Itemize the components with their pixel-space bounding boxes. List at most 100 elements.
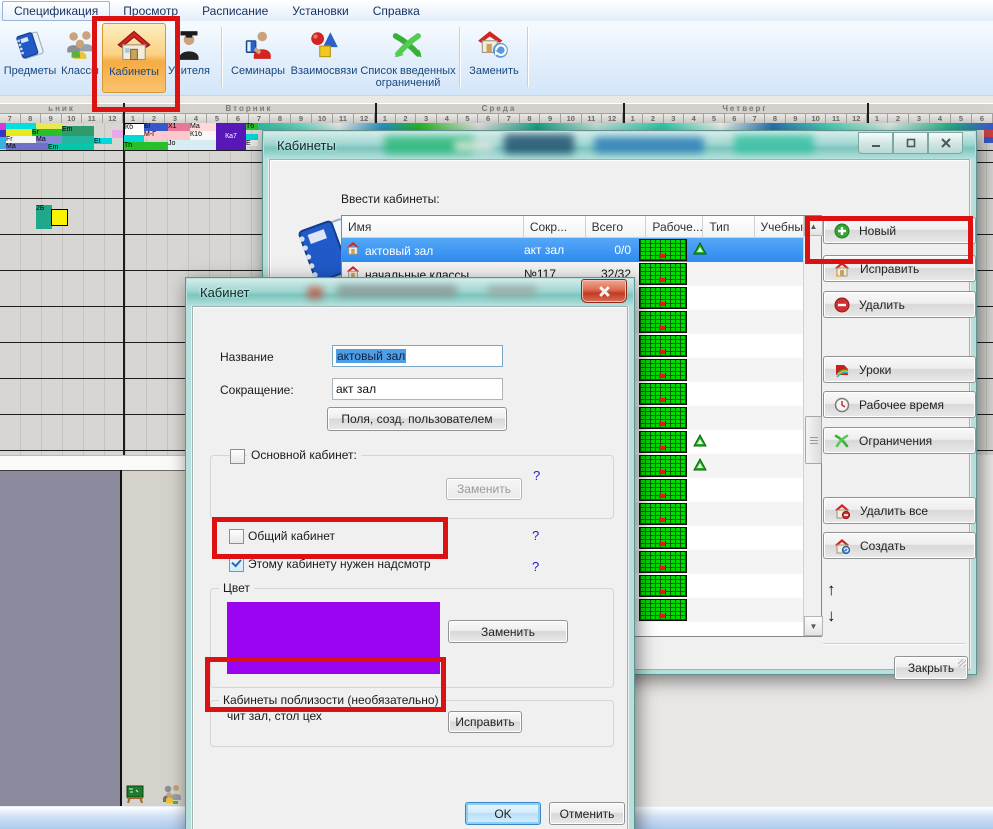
toolbar-button-label: Список введенных ограничений (358, 65, 458, 89)
custom-fields-button[interactable]: Поля, созд. пользователем (327, 407, 507, 431)
supervision-label: Этому кабинету нужен надсмотр (248, 557, 431, 571)
color-label: Цвет (219, 581, 254, 595)
toolbar-button-classes[interactable]: Классы (58, 23, 102, 91)
edit-button[interactable]: Исправить (823, 255, 976, 282)
help-link[interactable]: ? (532, 559, 539, 574)
close-button[interactable] (928, 132, 963, 154)
day-name: Четверг (623, 104, 867, 114)
lessons-button[interactable]: Уроки (823, 356, 976, 383)
table-row[interactable]: актовый залакт зал0/0 (342, 238, 821, 262)
abbr-label: Сокращение: (220, 383, 294, 397)
maximize-button[interactable] (893, 132, 928, 154)
worktime-grid (639, 311, 687, 333)
lesson-cell: Тб (246, 123, 258, 130)
worktime-grid (639, 527, 687, 549)
toolbar-separator (221, 27, 222, 87)
house-minus-icon (834, 503, 851, 519)
left-gray-panel (0, 470, 120, 809)
menu-item-settings[interactable]: Установки (281, 2, 359, 20)
toolbar-button-relations[interactable]: Взаимосвязи (290, 23, 358, 91)
lesson-cell: Тh (124, 142, 168, 150)
toolbar-button-teachers[interactable]: Учителя (164, 23, 214, 91)
lesson-cell: Х1 (168, 123, 190, 131)
blurred-timetable-strip (258, 123, 993, 130)
column-header-total[interactable]: Всего (586, 216, 647, 238)
room-abbr: акт зал (524, 243, 581, 257)
close-dialog-button[interactable]: Закрыть (894, 656, 968, 680)
scroll-up-button[interactable]: ▲ (804, 216, 823, 236)
shared-room-checkbox[interactable] (229, 529, 244, 544)
button-label: Отменить (560, 807, 615, 821)
menu-item-help[interactable]: Справка (362, 2, 431, 20)
column-header-name[interactable]: Имя (342, 216, 524, 238)
lesson-cell: М-Г (144, 131, 190, 139)
list-caption: Ввести кабинеты: (341, 192, 440, 206)
toolbar-button-replace[interactable]: Заменить (464, 23, 524, 91)
help-link[interactable]: ? (532, 528, 539, 543)
lesson-cell: Б! (144, 123, 168, 131)
toolbar-button-rooms[interactable]: Кабинеты (102, 23, 166, 93)
scroll-down-button[interactable]: ▼ (804, 616, 823, 636)
room-edit-dialog: Кабинет Название актовый зал Сокращение:… (185, 277, 635, 829)
room-dialog-body: Название актовый зал Сокращение: акт зал… (192, 306, 628, 829)
minus-icon (834, 297, 850, 313)
maximize-icon (905, 137, 917, 149)
day-header: ьник789101112 (0, 104, 124, 124)
color-group: Цвет Заменить (210, 588, 614, 688)
edit-nearby-button[interactable]: Исправить (448, 711, 522, 733)
list-scrollbar[interactable]: ▲ ▼ (803, 216, 821, 636)
create-button[interactable]: Создать (823, 532, 976, 559)
column-header-type[interactable]: Тип (703, 216, 754, 238)
lesson-cell (984, 137, 993, 143)
menu-item-view[interactable]: Просмотр (112, 2, 189, 20)
house-create-icon (834, 538, 851, 554)
room-dialog-titlebar[interactable]: Кабинет (187, 279, 633, 306)
main-room-group: Основной кабинет: Заменить ? (210, 455, 614, 519)
button-label: Рабочее время (859, 398, 944, 412)
ok-button[interactable]: OK (465, 802, 541, 825)
minimize-button[interactable] (858, 132, 893, 154)
worktime-grid (639, 503, 687, 525)
toolbar-button-label: Заменить (469, 65, 518, 77)
delete-all-button[interactable]: Удалить все (823, 497, 976, 524)
cancel-button[interactable]: Отменить (549, 802, 625, 825)
menu-item-schedule[interactable]: Расписание (191, 2, 279, 20)
rooms-dialog-titlebar[interactable]: Кабинеты (264, 132, 975, 159)
worktime-button[interactable]: Рабочее время (823, 391, 976, 418)
lesson-cell: Et (94, 138, 112, 144)
replace-main-button[interactable]: Заменить (446, 478, 522, 500)
worktime-grid (639, 383, 687, 405)
toolbar-button-label: Кабинеты (109, 66, 159, 78)
toolbar-button-subjects[interactable]: Предметы (2, 23, 58, 91)
constraints-icon (390, 25, 426, 65)
lesson-cell: К1б (190, 131, 216, 140)
close-button[interactable] (581, 279, 627, 303)
button-label: Удалить (859, 298, 905, 312)
day-name (867, 104, 993, 114)
name-input[interactable]: актовый зал (332, 345, 503, 367)
menu-item-specification[interactable]: Спецификация (2, 1, 110, 21)
name-label: Название (220, 350, 274, 364)
toolbar-button-constraints-list[interactable]: Список введенных ограничений (358, 23, 458, 91)
scroll-thumb[interactable] (805, 416, 822, 464)
column-header-abbr[interactable]: Сокр... (524, 216, 586, 238)
move-up-arrow[interactable]: ↑ (827, 580, 836, 600)
move-down-arrow[interactable]: ↓ (827, 606, 836, 626)
replace-color-button[interactable]: Заменить (448, 620, 568, 643)
toolbar-button-seminars[interactable]: Семинары (226, 23, 290, 91)
column-header-worktime[interactable]: Рабоче... (646, 216, 703, 238)
shapes-icon (307, 25, 341, 65)
supervision-checkbox[interactable] (229, 557, 244, 572)
button-label: Создать (860, 539, 906, 553)
abbr-input[interactable]: акт зал (332, 378, 503, 400)
nearby-rooms-label: Кабинеты поблизости (необязательно) (219, 693, 443, 707)
main-room-checkbox[interactable] (230, 449, 245, 464)
new-button[interactable]: Новый (823, 217, 976, 244)
resize-grip[interactable] (958, 659, 966, 667)
help-link[interactable]: ? (533, 468, 540, 483)
delete-button[interactable]: Удалить (823, 291, 976, 318)
room-dialog-title: Кабинет (200, 285, 249, 300)
button-label: Новый (859, 224, 896, 238)
constraints-button[interactable]: Ограничения (823, 427, 976, 454)
input-value: акт зал (336, 382, 376, 396)
